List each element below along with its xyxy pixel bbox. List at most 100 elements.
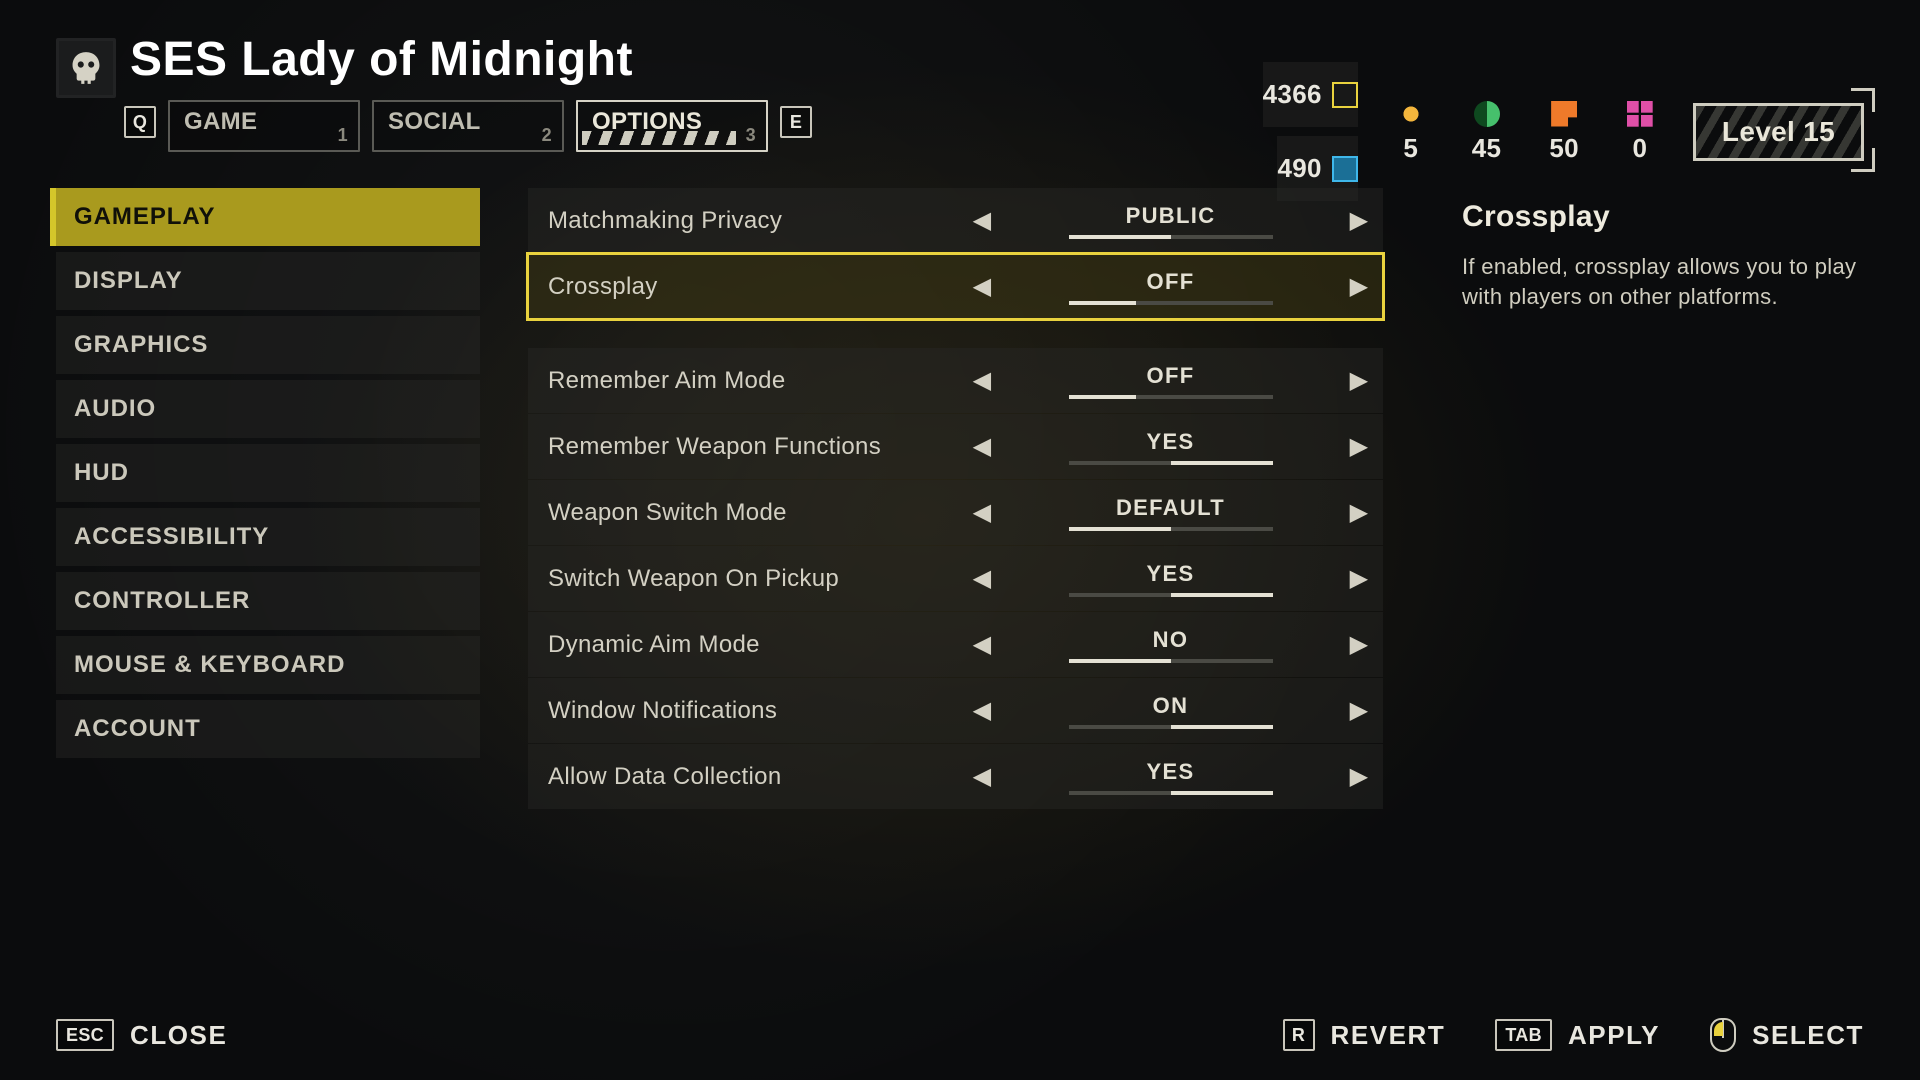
super-icon — [1627, 101, 1653, 127]
currency2-value: 490 — [1277, 153, 1321, 184]
arrow-right-icon[interactable] — [1335, 696, 1383, 725]
mouse-icon — [1710, 1018, 1736, 1052]
arrow-right-icon[interactable] — [1335, 432, 1383, 461]
setting-label: Matchmaking Privacy — [528, 207, 958, 235]
ship-title: SES Lady of Midnight — [130, 32, 633, 87]
tab-social[interactable]: SOCIAL 2 — [372, 100, 564, 152]
category-hud[interactable]: HUD — [56, 444, 480, 502]
apply-key: TAB — [1495, 1019, 1552, 1051]
value-bar — [1069, 659, 1273, 663]
prev-tab-key[interactable]: Q — [124, 106, 156, 138]
category-graphics[interactable]: GRAPHICS — [56, 316, 480, 374]
settings-list: Matchmaking PrivacyPUBLICCrossplayOFFRem… — [528, 188, 1383, 810]
req-icon — [1551, 101, 1577, 127]
value-bar — [1069, 461, 1273, 465]
tab-label: GAME — [184, 108, 257, 135]
setting-label: Crossplay — [528, 273, 958, 301]
setting-value: NO — [1153, 627, 1189, 653]
arrow-left-icon[interactable] — [958, 696, 1006, 725]
setting-label: Weapon Switch Mode — [528, 499, 958, 527]
setting-value: OFF — [1147, 269, 1195, 295]
setting-matchmaking-privacy[interactable]: Matchmaking PrivacyPUBLIC — [528, 188, 1383, 253]
skull-icon — [56, 38, 116, 98]
setting-allow-data-collection[interactable]: Allow Data CollectionYES — [528, 744, 1383, 809]
tab-number: 1 — [338, 125, 348, 146]
arrow-left-icon[interactable] — [958, 366, 1006, 395]
arrow-right-icon[interactable] — [1335, 498, 1383, 527]
arrow-left-icon[interactable] — [958, 432, 1006, 461]
setting-value: YES — [1147, 759, 1195, 785]
resource-super: 0 — [1627, 101, 1653, 164]
description-body: If enabled, crossplay allows you to play… — [1462, 252, 1882, 311]
setting-weapon-switch-mode[interactable]: Weapon Switch Mode DEFAULT — [528, 480, 1383, 545]
setting-value: YES — [1147, 561, 1195, 587]
setting-label: Window Notifications — [528, 697, 958, 725]
tab-game[interactable]: GAME 1 — [168, 100, 360, 152]
setting-label: Remember Aim Mode — [528, 367, 958, 395]
arrow-left-icon[interactable] — [958, 206, 1006, 235]
setting-value: ON — [1153, 693, 1189, 719]
tab-options[interactable]: OPTIONS 3 — [576, 100, 768, 152]
supercredit-icon — [1332, 156, 1358, 182]
close-label: CLOSE — [130, 1020, 227, 1051]
level-label: Level 15 — [1722, 116, 1835, 147]
value-bar — [1069, 725, 1273, 729]
arrow-right-icon[interactable] — [1335, 564, 1383, 593]
revert-action[interactable]: R REVERT — [1283, 1018, 1446, 1052]
value-bar — [1069, 235, 1273, 239]
arrow-left-icon[interactable] — [958, 498, 1006, 527]
resource-medals: 5 — [1398, 101, 1424, 164]
value-bar — [1069, 527, 1273, 531]
setting-value: OFF — [1147, 363, 1195, 389]
revert-key: R — [1283, 1019, 1315, 1051]
tab-bar: Q GAME 1 SOCIAL 2 OPTIONS 3 E — [124, 100, 812, 152]
tab-number: 2 — [542, 125, 552, 146]
requisition-icon — [1332, 82, 1358, 108]
close-action[interactable]: ESC CLOSE — [56, 1019, 227, 1051]
currency-stack: 4366 490 — [1263, 62, 1358, 202]
category-mouse-keyboard[interactable]: MOUSE & KEYBOARD — [56, 636, 480, 694]
setting-dynamic-aim-mode[interactable]: Dynamic Aim Mode NO — [528, 612, 1383, 677]
setting-label: Switch Weapon On Pickup — [528, 565, 958, 593]
arrow-right-icon[interactable] — [1335, 366, 1383, 395]
apply-label: APPLY — [1568, 1020, 1660, 1051]
select-action[interactable]: SELECT — [1710, 1018, 1864, 1052]
value-bar — [1069, 395, 1273, 399]
arrow-left-icon[interactable] — [958, 630, 1006, 659]
setting-value: YES — [1147, 429, 1195, 455]
arrow-right-icon[interactable] — [1335, 272, 1383, 301]
category-display[interactable]: DISPLAY — [56, 252, 480, 310]
arrow-right-icon[interactable] — [1335, 630, 1383, 659]
tab-label: SOCIAL — [388, 108, 481, 135]
category-audio[interactable]: AUDIO — [56, 380, 480, 438]
resource-req: 50 — [1549, 101, 1579, 164]
setting-remember-aim-mode[interactable]: Remember Aim Mode OFF — [528, 348, 1383, 413]
category-account[interactable]: ACCOUNT — [56, 700, 480, 758]
arrow-left-icon[interactable] — [958, 272, 1006, 301]
setting-label: Dynamic Aim Mode — [528, 631, 958, 659]
category-list: GAMEPLAY DISPLAY GRAPHICS AUDIO HUD ACCESSIBI… — [56, 188, 480, 758]
tab-number: 3 — [746, 125, 756, 146]
setting-value: DEFAULT — [1116, 495, 1225, 521]
sample-icon — [1474, 101, 1500, 127]
apply-action[interactable]: TAB APPLY — [1495, 1018, 1660, 1052]
currency1-value: 4366 — [1263, 79, 1322, 110]
category-accessibility[interactable]: ACCESSIBILITY — [56, 508, 480, 566]
revert-label: REVERT — [1331, 1020, 1446, 1051]
category-controller[interactable]: CONTROLLER — [56, 572, 480, 630]
setting-switch-weapon-on-pickup[interactable]: Switch Weapon On Pickup YES — [528, 546, 1383, 611]
next-tab-key[interactable]: E — [780, 106, 812, 138]
category-gameplay[interactable]: GAMEPLAY — [56, 188, 480, 246]
arrow-left-icon[interactable] — [958, 564, 1006, 593]
value-bar — [1069, 791, 1273, 795]
arrow-right-icon[interactable] — [1335, 206, 1383, 235]
tab-label: OPTIONS — [592, 108, 702, 135]
setting-label: Remember Weapon Functions — [528, 433, 958, 461]
setting-window-notifications[interactable]: Window Notifications ON — [528, 678, 1383, 743]
arrow-right-icon[interactable] — [1335, 762, 1383, 791]
setting-remember-weapon-functions[interactable]: Remember Weapon Functions YES — [528, 414, 1383, 479]
level-badge: Level 15 — [1693, 103, 1864, 161]
arrow-left-icon[interactable] — [958, 762, 1006, 791]
setting-crossplay[interactable]: Crossplay OFF — [528, 254, 1383, 319]
medal-icon — [1398, 101, 1424, 127]
